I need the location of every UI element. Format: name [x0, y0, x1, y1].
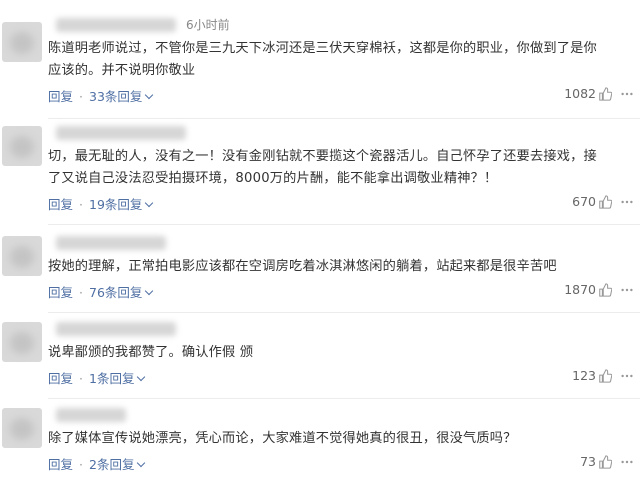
- divider: [48, 398, 640, 399]
- username-blurred[interactable]: [56, 408, 126, 422]
- separator: ·: [79, 197, 83, 212]
- comment-text: 切，最无耻的人，没有之一！没有金刚钻就不要揽这个瓷器活儿。自己怀孕了还要去接戏，…: [48, 149, 597, 186]
- separator: ·: [79, 371, 83, 386]
- view-replies-link[interactable]: 76条回复: [89, 285, 142, 300]
- avatar[interactable]: [2, 22, 42, 62]
- separator: ·: [79, 457, 83, 472]
- comment-text: 按她的理解，正常拍电影应该都在空调房吃着冰淇淋悠闲的躺着，站起来都是很辛苦吧: [48, 259, 557, 274]
- divider: [48, 312, 640, 313]
- chevron-down-icon[interactable]: [137, 458, 146, 468]
- reply-button[interactable]: 回复: [48, 89, 73, 104]
- like-count: 1870: [564, 282, 596, 297]
- chevron-down-icon[interactable]: [145, 198, 154, 208]
- comment-time: 6小时前: [186, 18, 230, 32]
- thumbs-up-icon[interactable]: [598, 283, 612, 297]
- comment-actions: 回复 · 1条回复: [48, 368, 146, 387]
- thumbs-up-icon[interactable]: [598, 195, 612, 209]
- view-replies-link[interactable]: 1条回复: [89, 371, 134, 386]
- view-replies-link[interactable]: 19条回复: [89, 197, 142, 212]
- comment-text: 说卑鄙颁的我都赞了。确认作假 颁: [48, 345, 254, 360]
- avatar[interactable]: [2, 322, 42, 362]
- like-count: 123: [572, 368, 596, 383]
- username-blurred[interactable]: [56, 322, 176, 336]
- username-blurred[interactable]: [56, 236, 166, 250]
- avatar[interactable]: [2, 236, 42, 276]
- reply-button[interactable]: 回复: [48, 285, 73, 300]
- thumbs-up-icon[interactable]: [598, 455, 612, 469]
- separator: ·: [79, 89, 83, 104]
- divider: [48, 224, 640, 225]
- comment-actions: 回复 · 2条回复: [48, 454, 146, 473]
- reply-button[interactable]: 回复: [48, 457, 73, 472]
- view-replies-link[interactable]: 33条回复: [89, 89, 142, 104]
- more-icon[interactable]: [620, 87, 634, 101]
- chevron-down-icon[interactable]: [145, 90, 154, 100]
- reply-button[interactable]: 回复: [48, 371, 73, 386]
- more-icon[interactable]: [620, 195, 634, 209]
- divider: [48, 118, 640, 119]
- avatar[interactable]: [2, 408, 42, 448]
- view-replies-link[interactable]: 2条回复: [89, 457, 134, 472]
- thumbs-up-icon[interactable]: [598, 87, 612, 101]
- comment-actions: 回复 · 76条回复: [48, 282, 154, 301]
- like-count: 670: [572, 194, 596, 209]
- separator: ·: [79, 285, 83, 300]
- comment-text: 除了媒体宣传说她漂亮，凭心而论，大家难道不觉得她真的很丑，很没气质吗？: [48, 431, 517, 446]
- reply-button[interactable]: 回复: [48, 197, 73, 212]
- chevron-down-icon[interactable]: [145, 286, 154, 296]
- more-icon[interactable]: [620, 369, 634, 383]
- thumbs-up-icon[interactable]: [598, 369, 612, 383]
- more-icon[interactable]: [620, 455, 634, 469]
- comment-actions: 回复 · 19条回复: [48, 194, 154, 213]
- username-blurred[interactable]: [56, 126, 186, 140]
- avatar[interactable]: [2, 126, 42, 166]
- like-count: 73: [580, 454, 596, 469]
- like-count: 1082: [564, 86, 596, 101]
- more-icon[interactable]: [620, 283, 634, 297]
- comment-actions: 回复 · 33条回复: [48, 86, 154, 105]
- username-blurred[interactable]: [56, 18, 176, 32]
- chevron-down-icon[interactable]: [137, 372, 146, 382]
- comment-text: 陈道明老师说过，不管你是三九天下冰河还是三伏天穿棉袄，这都是你的职业，你做到了是…: [48, 41, 597, 78]
